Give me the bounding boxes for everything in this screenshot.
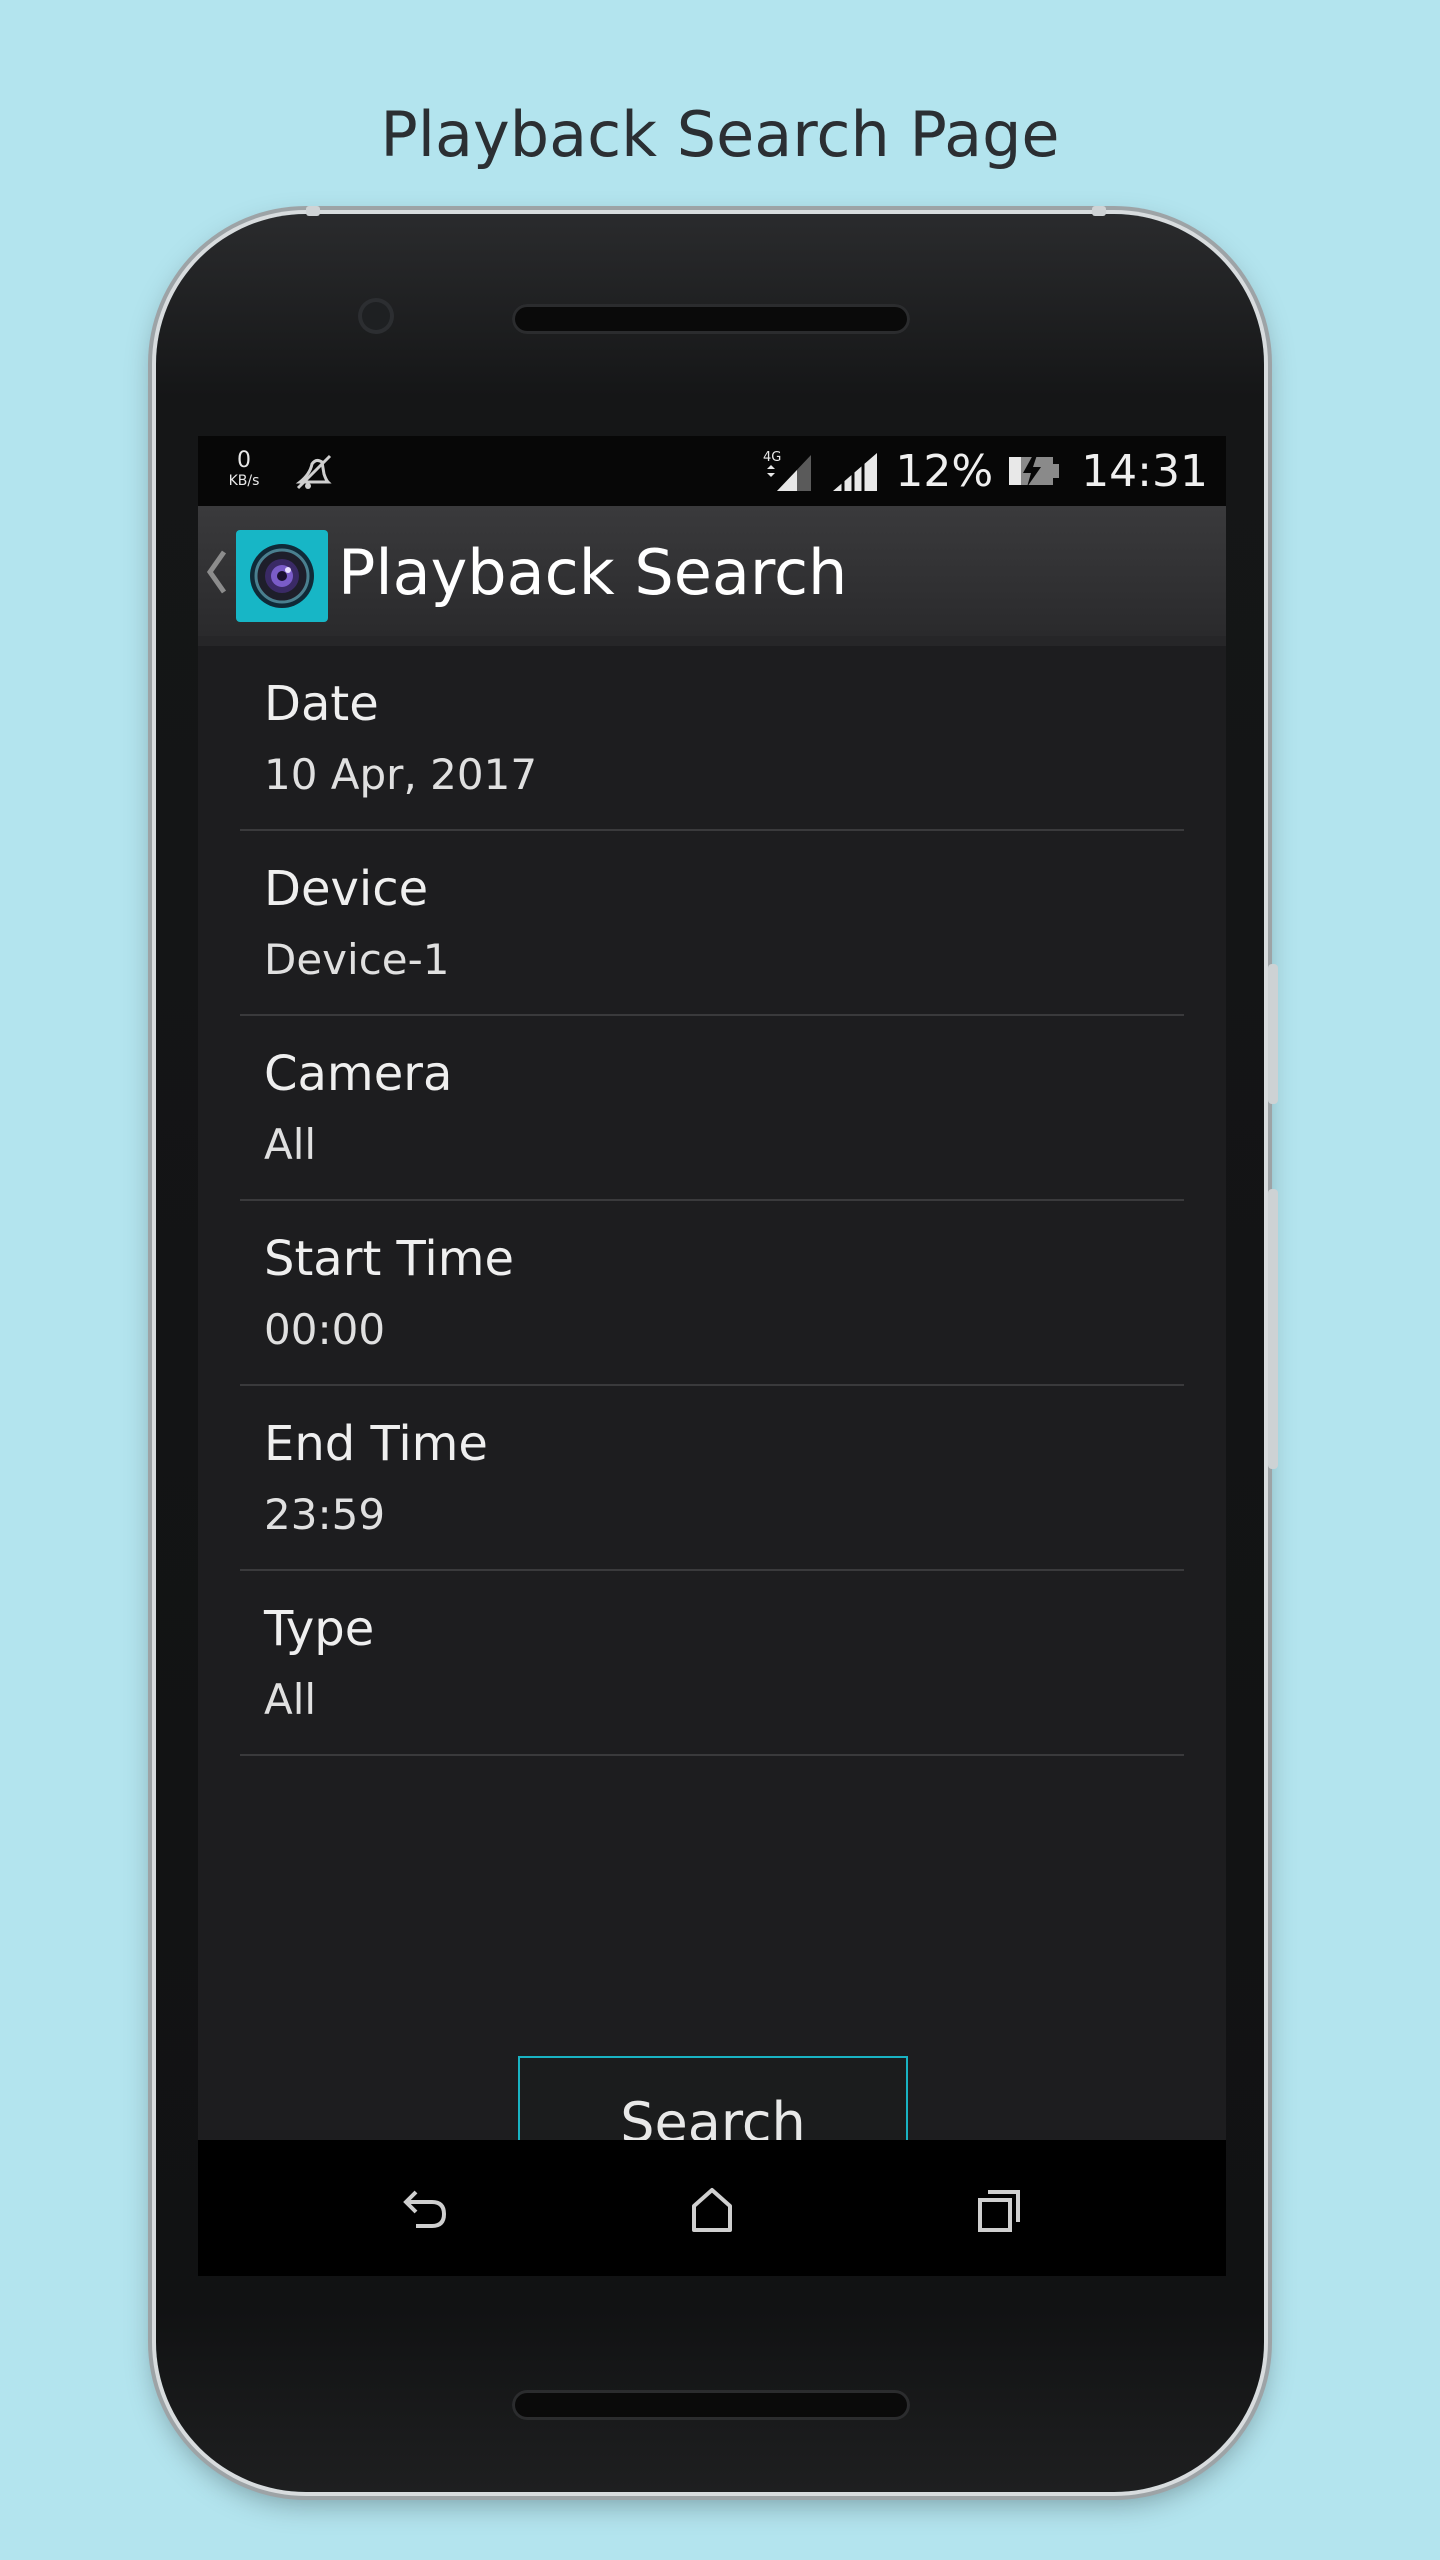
battery-percent: 12%	[895, 445, 994, 497]
status-time: 14:31	[1081, 445, 1208, 497]
field-label: Date	[264, 676, 379, 732]
page-title: Playback Search	[338, 536, 848, 609]
app-logo[interactable]	[236, 530, 328, 622]
navigation-bar	[198, 2140, 1226, 2276]
network-type-label: 4G	[763, 450, 781, 465]
phone-frame: 0 KB/s 4G 12% 14:31 Playback Search Date…	[156, 206, 1278, 2492]
recents-icon[interactable]	[968, 2180, 1028, 2240]
field-label: Camera	[264, 1046, 453, 1102]
field-value: 00:00	[264, 1305, 386, 1354]
field-row-date[interactable]: Date 10 Apr, 2017	[240, 646, 1184, 831]
field-label: End Time	[264, 1416, 488, 1472]
field-value: All	[264, 1120, 317, 1169]
field-row-end-time[interactable]: End Time 23:59	[240, 1386, 1184, 1571]
mute-notification-icon	[295, 454, 332, 490]
top-speaker	[512, 304, 910, 334]
field-value: Device-1	[264, 935, 450, 984]
camera-lens-icon	[250, 544, 314, 608]
field-value: All	[264, 1675, 317, 1724]
field-row-start-time[interactable]: Start Time 00:00	[240, 1201, 1184, 1386]
field-row-device[interactable]: Device Device-1	[240, 831, 1184, 1016]
bottom-speaker	[512, 2390, 910, 2420]
status-right: 4G 12% 14:31	[763, 436, 1208, 506]
front-camera	[358, 298, 394, 334]
signal-4g-icon: 4G	[763, 450, 812, 491]
app-bar: Playback Search	[198, 506, 1226, 646]
net-speed-value: 0	[237, 448, 251, 473]
field-value: 10 Apr, 2017	[264, 750, 538, 799]
page-caption: Playback Search Page	[380, 98, 1060, 171]
phone-side-button	[1268, 964, 1278, 1104]
phone-top-button	[1092, 206, 1106, 216]
phone-side-button	[1268, 1189, 1278, 1469]
status-bar: 0 KB/s 4G 12% 14:31	[198, 436, 1226, 506]
phone-top-button	[306, 206, 320, 216]
signal-strength-icon	[833, 453, 878, 491]
field-value: 23:59	[264, 1490, 386, 1539]
phone-screen: 0 KB/s 4G 12% 14:31 Playback Search Date…	[198, 436, 1226, 2276]
field-label: Start Time	[264, 1231, 514, 1287]
undo-arrow-icon[interactable]	[394, 2180, 454, 2240]
battery-charging-icon	[1009, 455, 1060, 487]
net-speed-unit: KB/s	[228, 473, 260, 489]
chevron-left-icon[interactable]	[202, 546, 230, 598]
net-speed: 0 KB/s	[224, 448, 264, 489]
field-row-camera[interactable]: Camera All	[240, 1016, 1184, 1201]
field-label: Device	[264, 861, 429, 917]
home-icon[interactable]	[682, 2180, 742, 2240]
field-label: Type	[264, 1601, 375, 1657]
field-row-type[interactable]: Type All	[240, 1571, 1184, 1756]
search-criteria-list: Date 10 Apr, 2017 Device Device-1 Camera…	[240, 646, 1184, 1756]
